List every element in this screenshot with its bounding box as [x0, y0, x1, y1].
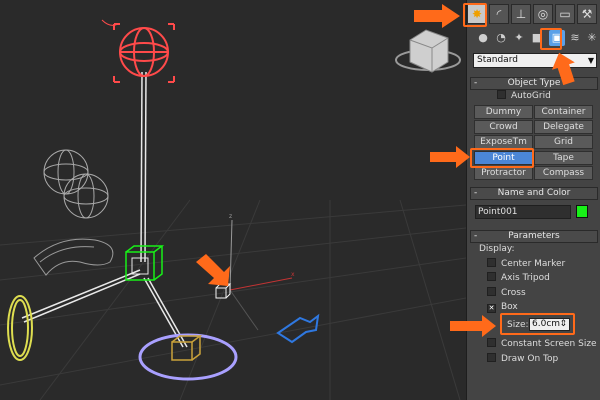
red-squiggle: [101, 19, 119, 26]
highlight-helpers-icon: [540, 28, 562, 50]
exposetm-button[interactable]: ExposeTm: [474, 135, 533, 149]
systems-category-icon[interactable]: ✳: [584, 30, 600, 46]
ground-grid: [0, 199, 466, 400]
lights-category-icon[interactable]: ✦: [511, 30, 527, 46]
box-checkbox[interactable]: ✕ Box: [487, 301, 518, 313]
rollout-title: Parameters: [508, 231, 560, 241]
svg-text:x: x: [291, 271, 295, 278]
hierarchy-tab-icon[interactable]: ⊥: [511, 4, 531, 24]
new-point-object: [215, 283, 232, 299]
collapse-icon: -: [474, 231, 478, 241]
axis-tripod-checkbox[interactable]: Axis Tripod: [487, 272, 550, 284]
checkbox-box: [487, 272, 496, 281]
center-marker-checkbox[interactable]: Center Marker: [487, 258, 565, 270]
delegate-button[interactable]: Delegate: [534, 120, 593, 134]
constant-screen-size-checkbox[interactable]: Constant Screen Size: [487, 338, 597, 350]
wire-curve-object-inner: [39, 246, 95, 263]
crowd-button[interactable]: Crowd: [474, 120, 533, 134]
geometry-category-icon[interactable]: ●: [475, 30, 491, 46]
checkbox-label: Constant Screen Size: [501, 339, 597, 349]
object-color-swatch[interactable]: [576, 205, 588, 218]
checkbox-label: Box: [501, 302, 518, 312]
highlight-create-tab: [463, 3, 487, 27]
chevron-down-icon: ▼: [587, 56, 594, 65]
tape-button[interactable]: Tape: [534, 151, 593, 165]
cross-checkbox[interactable]: Cross: [487, 287, 526, 299]
display-tab-icon[interactable]: ▭: [555, 4, 575, 24]
checkbox-label: Draw On Top: [501, 354, 559, 364]
collapse-icon: -: [474, 78, 478, 88]
dropdown-value: Standard: [477, 55, 518, 65]
checkbox-box: [487, 338, 496, 347]
grid-button[interactable]: Grid: [534, 135, 593, 149]
red-globe-object: [113, 23, 175, 83]
compass-button[interactable]: Compass: [534, 166, 593, 180]
spacewarps-category-icon[interactable]: ≋: [567, 30, 583, 46]
checkbox-box: [487, 353, 496, 362]
axis-tripod: z x: [229, 213, 295, 331]
checkbox-label: Center Marker: [501, 259, 566, 269]
perspective-viewport[interactable]: z x: [0, 0, 466, 400]
collapse-icon: -: [474, 188, 478, 198]
draw-on-top-checkbox[interactable]: Draw On Top: [487, 353, 558, 365]
highlight-size-field: [500, 313, 575, 335]
wire-spheres: [43, 149, 109, 219]
checkbox-box: [487, 258, 496, 267]
modify-tab-icon[interactable]: ◜: [489, 4, 509, 24]
pointer-arrow-icon: [430, 146, 470, 168]
dummy-button[interactable]: Dummy: [474, 105, 533, 119]
3dsmax-screen: z x ✸ ◜ ⊥ ◎ ▭ ⚒ ● ◔ ✦ ■ ▣ ≋ ✳ Standard ▼…: [0, 0, 600, 400]
display-group-label: Display:: [479, 244, 515, 254]
checkbox-box: [487, 287, 496, 296]
highlight-point-button: [470, 148, 534, 168]
rollout-title: Name and Color: [497, 188, 571, 198]
viewcube[interactable]: [395, 29, 461, 73]
viewport-scene: z x: [0, 4, 466, 400]
motion-tab-icon[interactable]: ◎: [533, 4, 553, 24]
pointer-arrow-icon: [196, 254, 230, 286]
autogrid-checkbox[interactable]: AutoGrid: [497, 90, 551, 102]
pointer-arrow-icon: [450, 315, 496, 337]
yellow-ring: [7, 295, 33, 361]
pointer-arrow-icon: [414, 4, 460, 28]
name-color-rollout-header[interactable]: - Name and Color: [470, 187, 598, 200]
parameters-rollout-header[interactable]: - Parameters: [470, 230, 598, 243]
protractor-button[interactable]: Protractor: [474, 166, 533, 180]
svg-text:z: z: [229, 213, 232, 220]
create-categories: ● ◔ ✦ ■ ▣ ≋ ✳: [471, 30, 599, 50]
object-name-input[interactable]: Point001: [475, 205, 571, 219]
checkbox-label: Axis Tripod: [501, 273, 550, 283]
pointer-arrow-icon: [551, 52, 575, 86]
checkbox-box: [497, 90, 506, 99]
checkbox-box: ✕: [487, 304, 496, 313]
utilities-tab-icon[interactable]: ⚒: [577, 4, 597, 24]
wire-curve-object: [33, 238, 114, 276]
checkbox-label: Cross: [501, 288, 526, 298]
checkbox-label: AutoGrid: [511, 91, 551, 101]
shapes-category-icon[interactable]: ◔: [493, 30, 509, 46]
link-lines: [21, 71, 188, 348]
container-button[interactable]: Container: [534, 105, 593, 119]
